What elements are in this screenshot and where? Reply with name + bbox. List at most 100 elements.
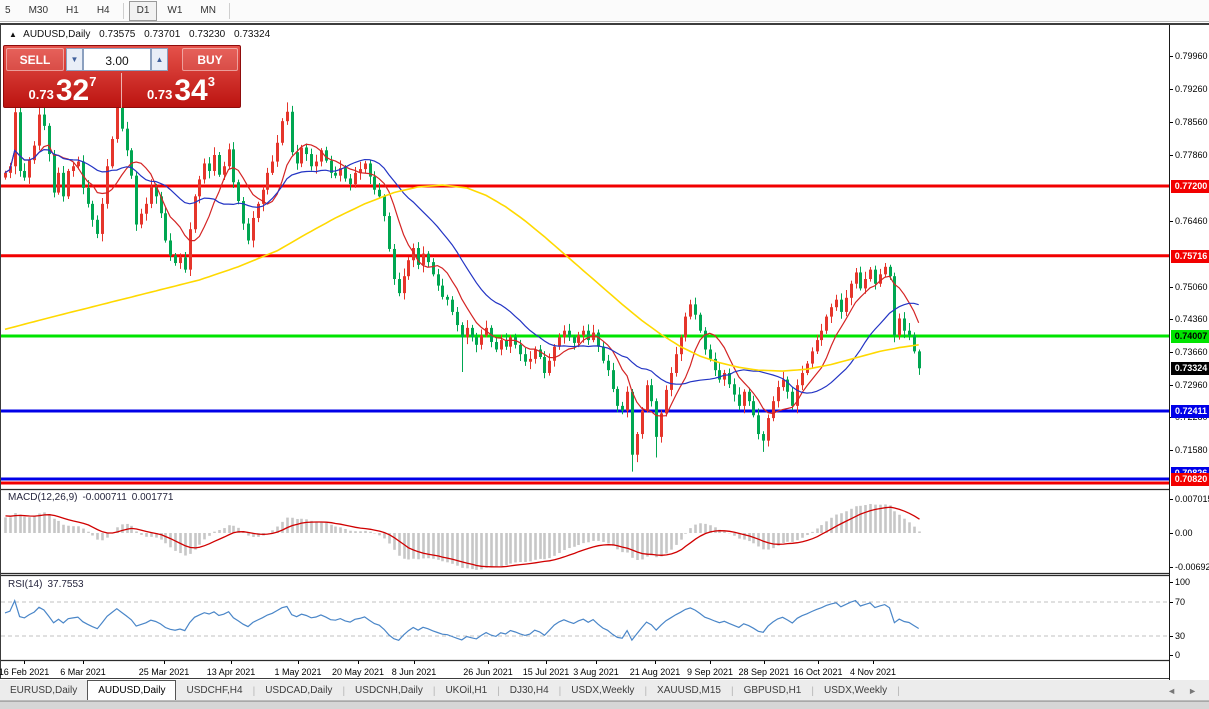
axis-label: 100 [1175,577,1191,587]
ohlc-open: 0.73575 [99,29,136,40]
axis-tick [1170,533,1173,534]
axis-tick [1170,220,1173,222]
timeframe-button-h1[interactable]: H1 [58,1,87,21]
axis-tick [1170,655,1173,656]
sell-button[interactable]: SELL [6,48,64,71]
timeframe-button-mn[interactable]: MN [192,1,224,21]
axis-label: 0.71580 [1175,445,1208,456]
timeframe-toolbar: 5 M30 H1 H4 D1 W1 MN [0,0,1209,22]
axis-tick [1170,286,1173,288]
volume-decrease-button[interactable]: ▼ [66,48,83,71]
chart-window: ▲ AUDUSD,Daily 0.73575 0.73701 0.73230 0… [0,23,1209,681]
chart-tab-dj30-h4[interactable]: DJ30,H4 [500,682,559,700]
axis-tick [1170,56,1173,58]
volume-increase-button[interactable]: ▲ [151,48,168,71]
axis-tick [1170,352,1173,354]
level-price-badge: 0.75716 [1171,249,1209,263]
axis-label: -0.006923 [1175,562,1209,572]
timeframe-button-m30[interactable]: M30 [21,1,56,21]
timeframe-button-w1[interactable]: W1 [159,1,190,21]
date-label: 9 Sep 2021 [686,667,734,677]
chart-tab-audusd-daily[interactable]: AUDUSD,Daily [87,680,177,700]
current-price-badge: 0.73324 [1171,362,1209,376]
one-click-trading-panel: SELL ▼ 3.00 ▲ BUY 0.73 32 7 0.73 34 3 [3,45,241,108]
axis-label: 0.77860 [1175,149,1208,160]
date-label: 20 May 2021 [331,667,385,677]
price-chart-canvas[interactable] [1,25,1169,681]
axis-tick [1170,636,1173,637]
level-price-badge: 0.77200 [1171,180,1209,193]
date-label: 8 Jun 2021 [391,667,437,677]
mt4-terminal-window: 5 M30 H1 H4 D1 W1 MN ▲ AUDUSD,Daily 0.73575 0.… [0,0,1209,709]
date-label: 16 Feb 2021 [0,667,50,677]
axis-tick [1170,582,1173,583]
axis-label: 0.74360 [1175,314,1208,325]
chart-tab-gbpusd-h1[interactable]: GBPUSD,H1 [734,682,812,700]
tab-separator: | [897,686,900,697]
timeframe-button-h4[interactable]: H4 [89,1,118,21]
panel-separators [1,488,1169,664]
axis-label: 0.72960 [1175,380,1208,391]
sell-price-display[interactable]: 0.73 32 7 [4,73,122,108]
toolbar-separator [228,2,230,19]
candles [4,102,921,472]
tab-scroll-arrows: ◄ ► [1155,686,1197,700]
rsi-indicator-label: RSI(14) 37.7553 [8,579,84,590]
axis-tick [1170,499,1173,500]
chart-symbol-label: AUDUSD,Daily [23,29,91,40]
macd-panel [4,503,921,570]
volume-input[interactable]: 3.00 [83,48,151,71]
axis-label: 0.76460 [1175,215,1208,226]
tab-scroll-right-icon[interactable]: ► [1188,686,1197,696]
timeframe-button-5[interactable]: 5 [0,1,19,21]
price-axis[interactable]: 0.79960 0.79260 0.78560 0.77860 0.76460 0.750… [1169,25,1209,681]
axis-tick [1170,450,1173,452]
status-bar [0,701,1209,709]
chart-tab-xauusd-m15[interactable]: XAUUSD,M15 [647,682,731,700]
date-label: 25 Mar 2021 [138,667,190,677]
rsi-panel [1,599,1169,642]
axis-label: 0 [1175,650,1181,660]
buy-price-display[interactable]: 0.73 34 3 [122,73,240,108]
axis-tick [1170,602,1173,603]
date-label: 26 Jun 2021 [463,667,513,677]
axis-label: 0.00 [1175,528,1193,538]
chart-tab-eurusd-daily[interactable]: EURUSD,Daily [0,682,87,700]
axis-tick [1170,385,1173,387]
date-label: 21 Aug 2021 [629,667,681,677]
chart-tab-usdcnh-daily[interactable]: USDCNH,Daily [345,682,433,700]
date-label: 4 Nov 2021 [849,667,897,677]
axis-tick [1170,122,1173,124]
macd-indicator-label: MACD(12,26,9) -0.000711 0.001771 [8,492,174,503]
buy-button[interactable]: BUY [182,48,238,71]
axis-label: 30 [1175,631,1186,641]
date-label: 28 Sep 2021 [738,667,790,677]
tab-scroll-left-icon[interactable]: ◄ [1167,686,1176,696]
axis-tick [1170,89,1173,91]
date-label: 6 Mar 2021 [60,667,106,677]
date-label: 15 Jul 2021 [522,667,570,677]
axis-label: 0.79260 [1175,84,1208,95]
ohlc-close: 0.73324 [233,29,271,40]
date-label: 3 Aug 2021 [573,667,619,677]
axis-label: 0.78560 [1175,117,1208,128]
level-price-badge: 0.72411 [1171,404,1209,418]
chart-tab-ukoil-h1[interactable]: UKOil,H1 [435,682,497,700]
date-label: 1 May 2021 [274,667,322,677]
chart-ohlc-header: ▲ AUDUSD,Daily 0.73575 0.73701 0.73230 0… [9,29,270,40]
chart-tab-usdchf-h4[interactable]: USDCHF,H4 [176,682,252,700]
date-label: 13 Apr 2021 [206,667,256,677]
axis-tick [1170,567,1173,568]
chart-tab-usdx-weekly[interactable]: USDX,Weekly [561,682,644,700]
toolbar-separator [122,2,124,19]
chart-tab-usdcad-daily[interactable]: USDCAD,Daily [255,682,342,700]
axis-tick [1170,154,1173,156]
chart-tab-usdx-weekly[interactable]: USDX,Weekly [814,682,897,700]
level-price-badge: 0.70820 [1171,473,1209,486]
collapse-triangle-icon[interactable]: ▲ [9,30,17,39]
level-price-badge: 0.74007 [1171,330,1209,343]
ohlc-high: 0.73701 [144,29,181,40]
timeframe-button-d1[interactable]: D1 [128,0,158,21]
axis-label: 0.007015 [1175,494,1209,504]
ohlc-low: 0.73230 [189,29,226,40]
